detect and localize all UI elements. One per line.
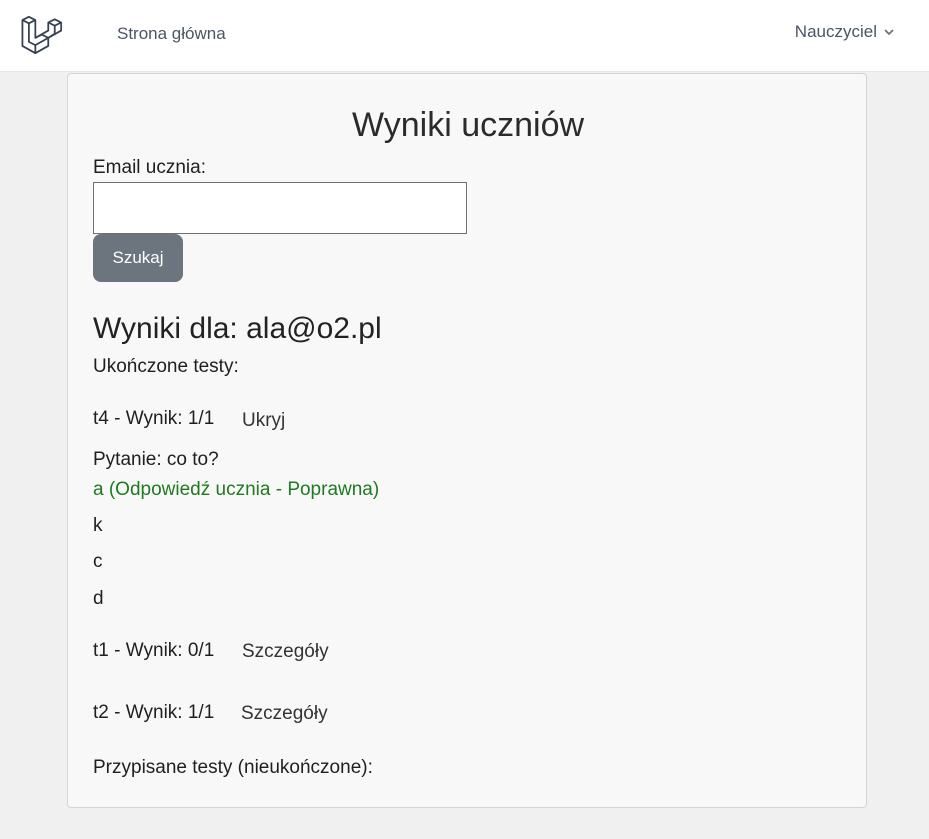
answer-option: d [93, 588, 104, 609]
question-text: Pytanie: co to? [93, 449, 219, 470]
user-dropdown[interactable]: Nauczyciel [795, 22, 895, 42]
completed-tests-label: Ukończone testy: [93, 356, 239, 377]
laravel-logo-icon[interactable] [20, 12, 62, 54]
email-label: Email ucznia: [93, 157, 206, 178]
nav-home-link[interactable]: Strona główna [117, 24, 226, 44]
results-heading: Wyniki dla: ala@o2.pl [93, 312, 382, 345]
assigned-tests-label: Przypisane testy (nieukończone): [93, 757, 373, 778]
results-card: Wyniki uczniów Email ucznia: Szukaj Wyni… [67, 73, 867, 808]
test-result-title: t2 - Wynik: 1/1 [93, 702, 215, 723]
chevron-down-icon [884, 29, 894, 35]
user-name: Nauczyciel [794, 22, 877, 41]
hide-details-link[interactable]: Ukryj [242, 410, 285, 432]
answer-option: c [93, 551, 103, 572]
details-link[interactable]: Szczegóły [242, 641, 329, 663]
correct-answer: a (Odpowiedź ucznia - Poprawna) [93, 479, 380, 500]
details-link[interactable]: Szczegóły [241, 703, 328, 725]
page-title: Wyniki uczniów [351, 106, 585, 144]
top-navigation-bar: Strona główna Nauczyciel [0, 0, 929, 72]
test-result-title: t1 - Wynik: 0/1 [93, 640, 215, 661]
answer-option: k [93, 515, 103, 536]
search-button[interactable]: Szukaj [93, 234, 183, 282]
test-result-title: t4 - Wynik: 1/1 [93, 408, 215, 429]
email-input[interactable] [93, 182, 467, 234]
